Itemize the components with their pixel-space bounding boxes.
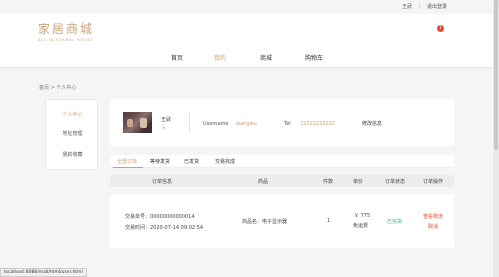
tab-all-orders[interactable]: 全部订单 bbox=[117, 158, 137, 165]
column-header: 件数 bbox=[323, 179, 334, 185]
quantity: 1 bbox=[327, 218, 331, 224]
nav-mine[interactable]: 我的 bbox=[214, 53, 226, 62]
avatar bbox=[123, 112, 152, 133]
top-bar: 王武 | 退出登录 bbox=[0, 0, 493, 14]
unit-price: ￥ 775 bbox=[354, 213, 371, 219]
tab-completed[interactable]: 交易完成 bbox=[215, 158, 235, 165]
column-header: 单价 bbox=[353, 179, 364, 185]
order-tabs: 全部订单 等待发货 已发货 交易完成 bbox=[110, 155, 454, 168]
column-header: 订单状态 bbox=[385, 179, 406, 185]
profile-name: 王武 bbox=[161, 117, 172, 123]
main-nav: 首页 我的 商城 购物车 bbox=[0, 53, 493, 63]
username-label: Username bbox=[203, 121, 229, 127]
browser-status-bar: localhost:8088/mall/html/user.html bbox=[0, 268, 87, 277]
nav-home[interactable]: 首页 bbox=[171, 53, 183, 62]
user-sidebar: 个人中心 地址管理 我的收藏 bbox=[45, 99, 98, 170]
logout-link[interactable]: 退出登录 bbox=[427, 3, 447, 10]
user-link[interactable]: 王武 bbox=[402, 3, 412, 10]
edit-avatar-icon[interactable]: ✎ bbox=[162, 126, 166, 132]
tel-label: Tel bbox=[284, 121, 291, 127]
column-header: 订单信息 bbox=[152, 179, 173, 185]
sidebar-item-profile[interactable]: 个人中心 bbox=[46, 111, 99, 118]
shipping-fee: 免运费 bbox=[353, 223, 369, 229]
cart-count-badge[interactable]: 1 bbox=[437, 25, 444, 32]
breadcrumb: 首页 > 个人中心 bbox=[39, 85, 77, 91]
nav-mall[interactable]: 商城 bbox=[260, 53, 272, 62]
scrollbar-thumb[interactable] bbox=[494, 0, 498, 150]
cancel-order-link[interactable]: 取消 bbox=[428, 223, 438, 230]
product-name[interactable]: 商品名：电子显示器 bbox=[242, 218, 287, 225]
edit-info-button[interactable]: 修改信息 bbox=[362, 120, 382, 127]
tab-shipped[interactable]: 已发货 bbox=[184, 158, 199, 165]
sidebar-item-favorites[interactable]: 我的收藏 bbox=[46, 151, 99, 158]
view-logistics-link[interactable]: 查看物流 bbox=[423, 213, 443, 220]
logo-subtitle: ALL IN FORMAL HOUSE bbox=[38, 38, 94, 42]
tab-label: 全部订单 bbox=[117, 159, 138, 165]
table-row: 交易单号：00000000000014 交易时间：2020-07-14 09:0… bbox=[110, 194, 454, 248]
topbar-separator: | bbox=[419, 3, 421, 9]
order-number: 交易单号：00000000000014 bbox=[125, 214, 195, 220]
logo-title: 家居商城 bbox=[38, 22, 95, 36]
page-scrollbar[interactable] bbox=[493, 0, 499, 277]
column-header: 商品 bbox=[258, 179, 269, 185]
column-header: 订单操作 bbox=[423, 179, 444, 185]
profile-divider bbox=[189, 112, 190, 133]
tel-value: 22222222222 bbox=[300, 121, 335, 127]
username-value: wangwu bbox=[236, 121, 257, 127]
sidebar-item-address[interactable]: 地址管理 bbox=[46, 130, 99, 137]
avatar-figure bbox=[127, 119, 133, 127]
order-status: 已完货 bbox=[387, 219, 403, 225]
table-header: 订单信息 商品 件数 单价 订单状态 订单操作 bbox=[110, 175, 454, 187]
avatar-figure bbox=[140, 118, 147, 128]
profile-card: 王武 ✎ Username wangwu Tel 22222222222 修改信… bbox=[110, 99, 454, 146]
active-tab-indicator bbox=[113, 167, 143, 168]
order-time: 交易时间：2020-07-14 09:02:54 bbox=[125, 225, 204, 231]
site-logo[interactable]: 家居商城 ALL IN FORMAL HOUSE bbox=[38, 20, 94, 42]
nav-cart[interactable]: 购物车 bbox=[305, 53, 323, 62]
tab-pending-shipment[interactable]: 等待发货 bbox=[150, 158, 170, 165]
